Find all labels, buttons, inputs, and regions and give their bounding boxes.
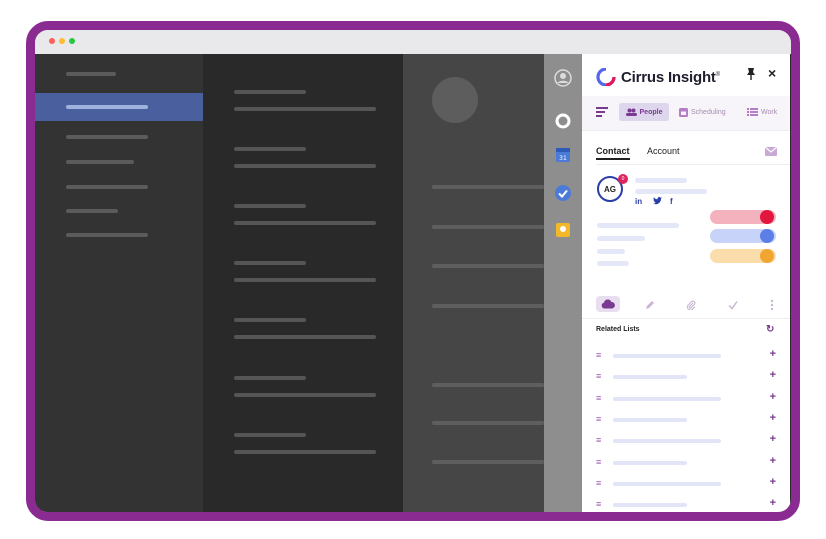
- close-window-dot[interactable]: [49, 38, 55, 44]
- message-list: [203, 54, 403, 512]
- list-icon: ≡: [596, 392, 602, 403]
- tab-people-label: People: [639, 108, 663, 116]
- add-icon[interactable]: +: [770, 455, 776, 467]
- keep-addon-icon[interactable]: [554, 221, 572, 239]
- brand: Cirrus Insight®: [596, 67, 720, 87]
- list-item[interactable]: ≡ +: [596, 433, 776, 447]
- maximize-window-dot[interactable]: [69, 38, 75, 44]
- reading-pane: [403, 54, 544, 512]
- folder-placeholder[interactable]: [66, 135, 148, 139]
- folder-placeholder[interactable]: [66, 233, 148, 237]
- list-item-placeholder: [613, 439, 721, 444]
- folder-sidebar: [35, 54, 203, 512]
- brand-name: Cirrus Insight: [621, 68, 716, 86]
- facebook-icon[interactable]: f: [670, 197, 673, 206]
- calendar-addon-icon[interactable]: 31: [554, 146, 572, 164]
- pin-icon[interactable]: [746, 67, 756, 81]
- minimize-window-dot[interactable]: [59, 38, 65, 44]
- add-icon[interactable]: +: [770, 369, 776, 381]
- svg-text:31: 31: [559, 155, 567, 162]
- folder-placeholder[interactable]: [66, 72, 116, 76]
- list-icon: ≡: [596, 371, 602, 382]
- cirrus-insight-panel: Cirrus Insight® × People Scheduling Work: [582, 54, 790, 512]
- list-item-placeholder: [613, 481, 721, 486]
- email-client-background: 31 Cirrus Insight® × People Scheduling W…: [35, 54, 791, 512]
- list-item[interactable]: ≡ +: [596, 369, 776, 383]
- list-item[interactable]: ≡ +: [596, 348, 776, 362]
- toggle-orange[interactable]: [710, 249, 776, 263]
- add-icon[interactable]: +: [770, 497, 776, 509]
- folder-placeholder[interactable]: [66, 209, 118, 213]
- list-item[interactable]: ≡ +: [596, 412, 776, 426]
- list-icon: ≡: [596, 456, 602, 467]
- list-item-placeholder: [613, 375, 687, 380]
- list-item[interactable]: ≡ +: [596, 476, 776, 490]
- toggle-red[interactable]: [710, 210, 776, 224]
- menu-icon[interactable]: [596, 106, 608, 118]
- cirrus-logo-icon: [596, 68, 616, 86]
- add-icon[interactable]: +: [770, 433, 776, 445]
- calendar-icon: [679, 107, 688, 117]
- list-icon: ≡: [596, 435, 602, 446]
- tab-contact[interactable]: Contact: [596, 146, 630, 160]
- folder-placeholder[interactable]: [66, 160, 134, 164]
- add-icon[interactable]: +: [770, 476, 776, 488]
- check-icon[interactable]: [728, 300, 738, 310]
- refresh-icon[interactable]: ↻: [766, 324, 774, 335]
- add-icon[interactable]: +: [770, 391, 776, 403]
- list-icon: ≡: [596, 350, 602, 360]
- contact-name-placeholder: [635, 178, 687, 183]
- tab-scheduling-label: Scheduling: [691, 108, 726, 116]
- paperclip-icon[interactable]: [686, 300, 696, 310]
- profile-icon[interactable]: [554, 69, 572, 87]
- more-icon[interactable]: [770, 299, 774, 311]
- list-item-placeholder: [613, 354, 721, 358]
- folder-placeholder[interactable]: [66, 185, 148, 189]
- list-item-placeholder: [613, 417, 687, 422]
- list-icon: ≡: [596, 477, 602, 488]
- twitter-icon[interactable]: [653, 197, 662, 205]
- trademark-symbol: ®: [715, 71, 720, 78]
- salesforce-tab[interactable]: [596, 296, 620, 312]
- app-window-frame: 31 Cirrus Insight® × People Scheduling W…: [26, 21, 800, 521]
- mail-icon[interactable]: [765, 147, 777, 156]
- tab-scheduling[interactable]: Scheduling: [679, 103, 726, 121]
- list-item-placeholder: [613, 503, 687, 508]
- tab-work-label: Work: [761, 108, 778, 116]
- add-icon[interactable]: +: [770, 348, 776, 360]
- list-icon: ≡: [596, 413, 602, 424]
- close-icon[interactable]: ×: [768, 65, 776, 81]
- cirrus-addon-icon[interactable]: [554, 112, 572, 130]
- list-item[interactable]: ≡ +: [596, 497, 776, 511]
- linkedin-icon[interactable]: in: [635, 197, 642, 206]
- list-item[interactable]: ≡ +: [596, 455, 776, 469]
- toggle-blue[interactable]: [710, 229, 776, 243]
- list-item[interactable]: ≡ +: [596, 391, 776, 405]
- people-icon: [625, 108, 637, 116]
- related-lists-title: Related Lists: [596, 326, 640, 333]
- action-bar: [582, 292, 790, 319]
- notification-badge: 0: [618, 174, 628, 184]
- add-icon[interactable]: +: [770, 412, 776, 424]
- tasks-addon-icon[interactable]: [554, 184, 572, 202]
- sender-avatar: [432, 77, 478, 123]
- selected-folder[interactable]: [35, 93, 203, 121]
- list-item-placeholder: [613, 460, 687, 465]
- tab-account[interactable]: Account: [647, 146, 680, 156]
- list-icon: [747, 108, 758, 116]
- title-bar: [35, 30, 791, 54]
- cloud-icon: [601, 299, 615, 309]
- pencil-icon[interactable]: [645, 300, 655, 310]
- tab-people[interactable]: People: [619, 103, 669, 121]
- list-icon: ≡: [596, 499, 602, 510]
- tab-work[interactable]: Work: [747, 103, 777, 121]
- list-item-placeholder: [613, 396, 721, 401]
- contact-title-placeholder: [635, 189, 707, 194]
- nav-bar: People Scheduling Work: [582, 96, 790, 131]
- addon-rail: 31: [544, 54, 582, 512]
